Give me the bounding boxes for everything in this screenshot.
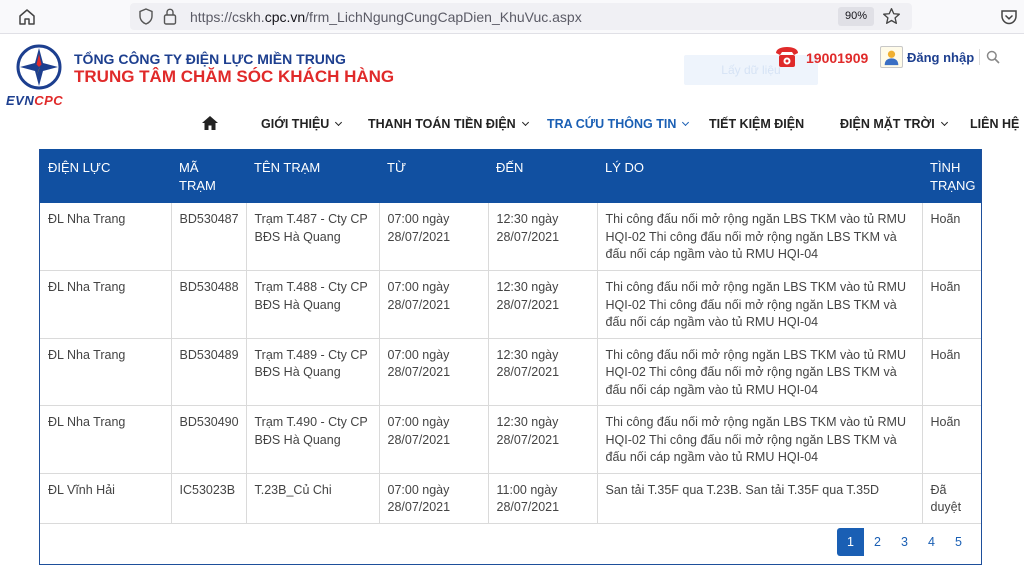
header-divider	[979, 49, 980, 65]
page-button-2[interactable]: 2	[864, 528, 891, 556]
cell-tu: 07:00 ngày 28/07/2021	[379, 405, 489, 474]
cell-dien-luc: ĐL Vĩnh Hải	[40, 473, 172, 524]
cell-ly-do: San tải T.35F qua T.23B. San tải T.35F q…	[597, 473, 923, 524]
cell-tu: 07:00 ngày 28/07/2021	[379, 203, 489, 271]
star-icon[interactable]	[882, 7, 901, 26]
evncpc-logo-text[interactable]: EVNCPC	[6, 93, 63, 108]
cell-den: 12:30 ngày 28/07/2021	[488, 270, 598, 339]
outage-schedule-table: ĐIỆN LỰC MÃ TRẠM TÊN TRẠM TỪ ĐẾN LÝ DO T…	[40, 149, 981, 524]
cell-tinh-trang: Hoãn	[922, 338, 981, 406]
nav-item-energy-saving[interactable]: TIẾT KIỆM ĐIỆN	[709, 117, 804, 131]
column-header-ma-tram[interactable]: MÃ TRẠM	[171, 149, 246, 203]
cell-dien-luc: ĐL Nha Trang	[40, 203, 172, 271]
table-row: ĐL Vĩnh Hải IC53023B T.23B_Củ Chi 07:00 …	[40, 473, 981, 524]
cell-ten-tram: Trạm T.487 - Cty CP BĐS Hà Quang	[246, 203, 380, 271]
cell-den: 11:00 ngày 28/07/2021	[488, 473, 598, 524]
address-bar[interactable]: https://cskh.cpc.vn/frm_LichNgungCungCap…	[130, 3, 912, 30]
cell-ma-tram: BD530487	[171, 203, 247, 271]
zoom-level-badge[interactable]: 90%	[838, 7, 874, 26]
evncpc-logo-icon[interactable]	[16, 44, 62, 90]
cell-tu: 07:00 ngày 28/07/2021	[379, 473, 489, 524]
cell-ly-do: Thi công đấu nối mở rộng ngăn LBS TKM và…	[597, 270, 923, 339]
center-name: TRUNG TÂM CHĂM SÓC KHÁCH HÀNG	[74, 67, 395, 86]
cell-tinh-trang: Hoãn	[922, 203, 981, 271]
cell-tinh-trang: Hoãn	[922, 405, 981, 474]
cell-ten-tram: Trạm T.490 - Cty CP BĐS Hà Quang	[246, 405, 380, 474]
cell-ma-tram: IC53023B	[171, 473, 247, 524]
cell-dien-luc: ĐL Nha Trang	[40, 405, 172, 474]
lock-icon[interactable]	[163, 8, 177, 25]
nav-item-lookup[interactable]: TRA CỨU THÔNG TIN	[547, 117, 690, 131]
nav-item-about[interactable]: GIỚI THIỆU	[261, 117, 343, 131]
cell-ly-do: Thi công đấu nối mở rộng ngăn LBS TKM và…	[597, 338, 923, 406]
chevron-down-icon	[682, 118, 690, 127]
shield-icon[interactable]	[138, 8, 154, 25]
column-header-tu[interactable]: TỪ	[379, 149, 488, 203]
cell-den: 12:30 ngày 28/07/2021	[488, 338, 598, 406]
outage-schedule-panel: ĐIỆN LỰC MÃ TRẠM TÊN TRẠM TỪ ĐẾN LÝ DO T…	[39, 149, 982, 565]
page-button-1[interactable]: 1	[837, 528, 864, 556]
cell-tu: 07:00 ngày 28/07/2021	[379, 338, 489, 406]
cell-ma-tram: BD530488	[171, 270, 247, 339]
cell-ten-tram: T.23B_Củ Chi	[246, 473, 380, 524]
column-header-den[interactable]: ĐẾN	[488, 149, 597, 203]
browser-toolbar: https://cskh.cpc.vn/frm_LichNgungCungCap…	[0, 0, 1024, 34]
table-row: ĐL Nha Trang BD530489 Trạm T.489 - Cty C…	[40, 338, 981, 406]
cell-ly-do: Thi công đấu nối mở rộng ngăn LBS TKM và…	[597, 203, 923, 271]
phone-icon	[776, 47, 798, 67]
hotline-number[interactable]: 19001909	[806, 50, 868, 66]
cell-ten-tram: Trạm T.489 - Cty CP BĐS Hà Quang	[246, 338, 380, 406]
search-icon[interactable]	[986, 50, 1000, 64]
cell-ten-tram: Trạm T.488 - Cty CP BĐS Hà Quang	[246, 270, 380, 339]
column-header-ten-tram[interactable]: TÊN TRẠM	[246, 149, 379, 203]
chevron-down-icon	[335, 118, 343, 127]
cell-ma-tram: BD530490	[171, 405, 247, 474]
chevron-down-icon	[521, 118, 529, 127]
login-link[interactable]: Đăng nhập	[907, 50, 974, 65]
nav-item-contact[interactable]: LIÊN HỆ	[970, 117, 1019, 131]
column-header-tinh-trang[interactable]: TÌNH TRẠNG	[922, 149, 981, 203]
cell-dien-luc: ĐL Nha Trang	[40, 338, 172, 406]
page-button-3[interactable]: 3	[891, 528, 918, 556]
chevron-down-icon	[940, 118, 948, 127]
table-header-row: ĐIỆN LỰC MÃ TRẠM TÊN TRẠM TỪ ĐẾN LÝ DO T…	[40, 149, 981, 203]
table-row: ĐL Nha Trang BD530487 Trạm T.487 - Cty C…	[40, 203, 981, 271]
cell-dien-luc: ĐL Nha Trang	[40, 270, 172, 339]
company-name: TỔNG CÔNG TY ĐIỆN LỰC MIỀN TRUNG	[74, 51, 346, 67]
cell-ma-tram: BD530489	[171, 338, 247, 406]
column-header-dien-luc[interactable]: ĐIỆN LỰC	[40, 149, 171, 203]
nav-item-solar[interactable]: ĐIỆN MẶT TRỜI	[840, 117, 948, 131]
cell-ly-do: Thi công đấu nối mở rộng ngăn LBS TKM và…	[597, 405, 923, 474]
cell-den: 12:30 ngày 28/07/2021	[488, 405, 598, 474]
nav-home-icon[interactable]	[201, 115, 219, 131]
cell-tinh-trang: Hoãn	[922, 270, 981, 339]
cell-den: 12:30 ngày 28/07/2021	[488, 203, 598, 271]
url-text[interactable]: https://cskh.cpc.vn/frm_LichNgungCungCap…	[190, 9, 582, 25]
column-header-ly-do[interactable]: LÝ DO	[597, 149, 922, 203]
user-avatar-icon[interactable]	[880, 46, 903, 68]
nav-item-payment[interactable]: THANH TOÁN TIỀN ĐIỆN	[368, 117, 529, 131]
home-icon[interactable]	[17, 7, 37, 27]
table-row: ĐL Nha Trang BD530488 Trạm T.488 - Cty C…	[40, 270, 981, 339]
pocket-icon[interactable]	[1000, 8, 1018, 26]
table-row: ĐL Nha Trang BD530490 Trạm T.490 - Cty C…	[40, 405, 981, 474]
cell-tu: 07:00 ngày 28/07/2021	[379, 270, 489, 339]
cell-tinh-trang: Đã duyệt	[922, 473, 981, 524]
page-button-4[interactable]: 4	[918, 528, 945, 556]
page-button-5[interactable]: 5	[945, 528, 972, 556]
